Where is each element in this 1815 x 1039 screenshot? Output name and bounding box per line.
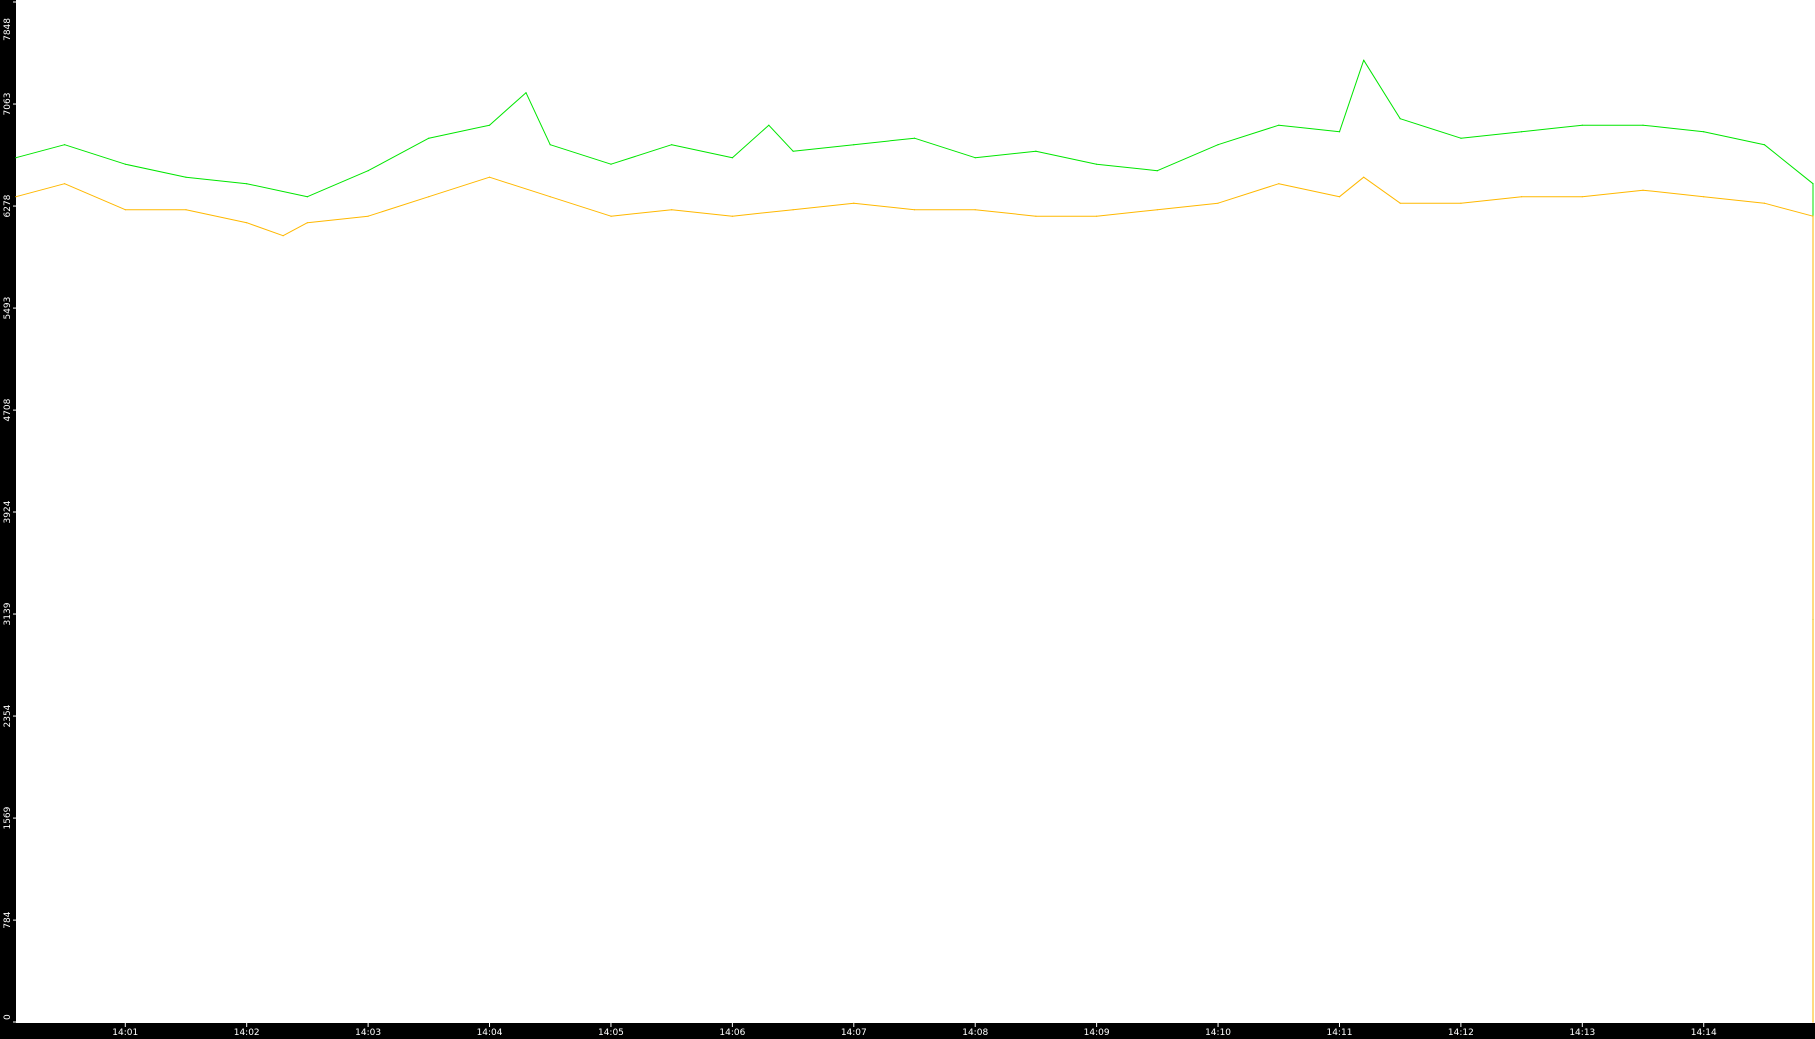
series-2-point [124, 209, 126, 211]
x-tick-label: 14:11 [1326, 1028, 1352, 1038]
series-2-point [15, 196, 17, 198]
series-1-point [1278, 124, 1280, 126]
series-1-point [549, 144, 551, 146]
x-tick-label: 14:13 [1569, 1028, 1595, 1038]
x-tick-label: 14:01 [112, 1028, 138, 1038]
series-2-point [731, 215, 734, 217]
y-tick-label: 5493 [3, 297, 13, 320]
y-tick-label: 0 [3, 1014, 13, 1020]
series-2-point [853, 202, 855, 204]
series-2-point [1581, 196, 1583, 198]
series-1-point [1642, 124, 1644, 126]
series-1-point [15, 157, 17, 159]
series-2-point [974, 209, 976, 211]
series-1-point [1096, 163, 1098, 165]
series-1-point [64, 144, 66, 146]
series-1-point [367, 170, 369, 172]
series-2-point [1035, 215, 1037, 217]
series-1-point [1521, 131, 1523, 133]
series-2-point [1703, 196, 1705, 198]
x-tick-label: 14:12 [1448, 1028, 1474, 1038]
x-tick-label: 14:02 [234, 1028, 260, 1038]
series-1-point [1156, 170, 1158, 172]
series-2-point [1338, 196, 1341, 198]
x-tick-label: 14:08 [962, 1028, 988, 1038]
series-2-point [671, 209, 673, 211]
series-2-point [1278, 183, 1280, 185]
x-tick-label: 14:14 [1691, 1028, 1717, 1038]
series-1-point [974, 157, 976, 159]
series-1-point [1581, 124, 1583, 126]
series-2-point [1812, 215, 1814, 217]
plot-background [0, 0, 1815, 1039]
series-1-point [853, 144, 855, 146]
x-tick-label: 14:06 [719, 1028, 745, 1038]
series-2-point [306, 222, 308, 224]
x-tick-label: 14:03 [355, 1028, 381, 1038]
series-2-point [185, 209, 187, 211]
line-chart: 0 784 1569 2354 3139 3924 4708 5493 6278 7063 7848… [0, 0, 1815, 1039]
y-tick-label: 2354 [3, 704, 13, 727]
series-2-point [282, 235, 284, 237]
x-tick-label: 14:09 [1084, 1028, 1110, 1038]
series-1-point [1812, 183, 1814, 185]
series-2-point [1460, 202, 1462, 204]
series-2-point [610, 215, 612, 217]
series-2-point [1642, 189, 1644, 191]
series-1-point [792, 150, 794, 152]
series-1-point [1763, 144, 1765, 146]
series-1-point [1338, 131, 1341, 133]
x-tick-label: 14:07 [841, 1028, 867, 1038]
series-1-point [488, 124, 491, 126]
series-1-point [731, 157, 734, 159]
x-tick-label: 14:05 [598, 1028, 624, 1038]
y-tick-label: 7063 [3, 93, 13, 116]
series-2-point [1217, 202, 1219, 204]
series-2-point [1763, 202, 1765, 204]
x-axis-band [0, 1023, 1815, 1039]
series-1-point [246, 183, 248, 185]
series-1-point [124, 163, 126, 165]
series-2-point [1096, 215, 1098, 217]
series-1-point [768, 124, 770, 126]
series-2-point [428, 196, 430, 198]
series-1-point [525, 92, 527, 94]
y-tick-label: 6278 [3, 194, 13, 217]
y-tick-label: 784 [3, 911, 13, 928]
series-2-point [367, 215, 369, 217]
series-2-point [488, 176, 491, 178]
series-2-point [1812, 1021, 1814, 1023]
series-2-point [792, 209, 794, 211]
series-1-point [1703, 131, 1705, 133]
series-1-point [1035, 150, 1037, 152]
series-1-point [428, 137, 430, 139]
series-1-point [1399, 118, 1401, 120]
series-2-point [64, 183, 66, 185]
x-tick-label: 14:04 [477, 1028, 503, 1038]
series-2-point [1521, 196, 1523, 198]
x-tick-label: 14:10 [1205, 1028, 1231, 1038]
series-1-point [913, 137, 916, 139]
series-1-point [306, 196, 308, 198]
series-2-point [246, 222, 248, 224]
y-tick-label: 4708 [3, 398, 13, 421]
series-2-point [549, 196, 551, 198]
series-1-point [185, 176, 187, 178]
series-2-point [1363, 176, 1365, 178]
series-1-point [610, 163, 612, 165]
y-tick-label: 3924 [3, 500, 13, 523]
chart-container: 0 784 1569 2354 3139 3924 4708 5493 6278 7063 7848… [0, 0, 1815, 1039]
series-1-point [1363, 59, 1365, 61]
y-tick-label: 1569 [3, 806, 13, 829]
series-1-point [1217, 144, 1219, 146]
series-2-point [913, 209, 916, 211]
series-2-point [1156, 209, 1158, 211]
series-2-point [1399, 202, 1401, 204]
y-tick-label: 3139 [3, 602, 13, 625]
series-1-point [671, 144, 673, 146]
series-1-point [1460, 137, 1462, 139]
y-tick-label: 7848 [3, 18, 13, 41]
